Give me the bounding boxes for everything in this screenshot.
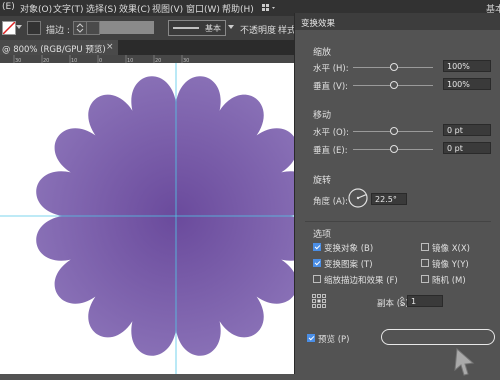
move-vertical-label: 垂直 (E): <box>313 146 348 156</box>
scale-horizontal-label: 水平 (H): <box>313 64 349 74</box>
move-vertical-input[interactable]: 0 pt <box>443 142 491 154</box>
menu-type[interactable]: 文字(T) <box>53 2 84 15</box>
scale-strokes-checkbox[interactable] <box>313 275 321 283</box>
stroke-weight-stepper[interactable] <box>73 21 87 35</box>
transform-objects-checkbox[interactable] <box>313 243 321 251</box>
variable-width-profile[interactable] <box>100 21 154 34</box>
document-tab[interactable]: @ 800% (RGB/GPU 预览) × <box>0 40 118 55</box>
move-horizontal-slider-knob[interactable] <box>390 127 398 135</box>
reflect-y-label[interactable]: 镜像 Y(Y) <box>432 258 469 270</box>
transform-effect-dialog: 变换效果 缩放 水平 (H): 100% 垂直 (V): 100% 移动 水平 … <box>294 13 500 377</box>
transform-objects-label[interactable]: 变换对象 (B) <box>324 242 373 254</box>
divider <box>305 221 491 222</box>
rotate-angle-label: 角度 (A): <box>313 197 349 207</box>
scale-horizontal-input[interactable]: 100% <box>443 60 491 72</box>
reflect-y-checkbox[interactable] <box>421 259 429 267</box>
random-checkbox[interactable] <box>421 275 429 283</box>
stroke-swatch-icon[interactable] <box>2 21 16 35</box>
document-tab-title: @ 800% (RGB/GPU 预览) <box>2 45 106 55</box>
move-vertical-slider-knob[interactable] <box>390 145 398 153</box>
menu-object[interactable]: 对象(O) <box>20 2 52 15</box>
reference-point-icon[interactable] <box>312 294 326 308</box>
menu-select[interactable]: 选择(S) <box>86 2 117 15</box>
scale-horizontal-slider-knob[interactable] <box>390 63 398 71</box>
copies-stepper[interactable] <box>399 295 405 307</box>
brush-label: 基本 <box>205 24 221 33</box>
rotate-heading: 旋转 <box>313 176 332 186</box>
options-heading: 选项 <box>313 230 332 240</box>
opacity-label[interactable]: 不透明度 <box>240 23 276 36</box>
brush-definition[interactable]: 基本 <box>168 20 226 36</box>
chevron-down-icon[interactable] <box>228 25 234 29</box>
menu-view[interactable]: 视图(V) <box>152 2 183 15</box>
menu-edit[interactable]: (E) <box>2 2 15 12</box>
move-heading: 移动 <box>313 111 332 121</box>
workspace-grid-icon[interactable] <box>262 4 276 12</box>
scale-strokes-label[interactable]: 缩放描边和效果 (F) <box>324 274 398 286</box>
preview-label[interactable]: 预览 (P) <box>318 333 349 345</box>
mouse-cursor-icon <box>453 347 477 377</box>
flower-artwork[interactable] <box>0 63 300 374</box>
dialog-title: 变换效果 <box>301 19 336 29</box>
copies-input[interactable]: 1 <box>407 295 443 307</box>
fill-swatch-icon[interactable] <box>27 21 41 35</box>
rotate-angle-input[interactable]: 22.5° <box>371 193 407 205</box>
menu-help[interactable]: 帮助(H) <box>222 2 254 15</box>
transform-patterns-label[interactable]: 变换图案 (T) <box>324 258 373 270</box>
scale-vertical-input[interactable]: 100% <box>443 78 491 90</box>
stroke-label: 描边 : <box>46 26 70 36</box>
move-horizontal-label: 水平 (O): <box>313 128 349 138</box>
move-horizontal-input[interactable]: 0 pt <box>443 124 491 136</box>
angle-dial-icon[interactable] <box>347 187 369 209</box>
menu-effect[interactable]: 效果(C) <box>119 2 150 15</box>
chevron-down-icon[interactable] <box>16 25 22 29</box>
scale-vertical-slider-knob[interactable] <box>390 81 398 89</box>
random-label[interactable]: 随机 (M) <box>432 274 466 286</box>
menu-window[interactable]: 窗口(W) <box>186 2 220 15</box>
preview-checkbox[interactable] <box>307 334 315 342</box>
stroke-weight-input[interactable] <box>86 21 100 35</box>
artboard-canvas[interactable] <box>0 63 300 374</box>
dialog-titlebar[interactable]: 变换效果 <box>295 13 500 30</box>
close-icon[interactable]: × <box>106 42 114 52</box>
scale-vertical-label: 垂直 (V): <box>313 82 349 92</box>
transform-patterns-checkbox[interactable] <box>313 259 321 267</box>
scale-heading: 缩放 <box>313 48 332 58</box>
ok-button[interactable] <box>381 329 495 345</box>
reflect-x-checkbox[interactable] <box>421 243 429 251</box>
reflect-x-label[interactable]: 镜像 X(X) <box>432 242 470 254</box>
